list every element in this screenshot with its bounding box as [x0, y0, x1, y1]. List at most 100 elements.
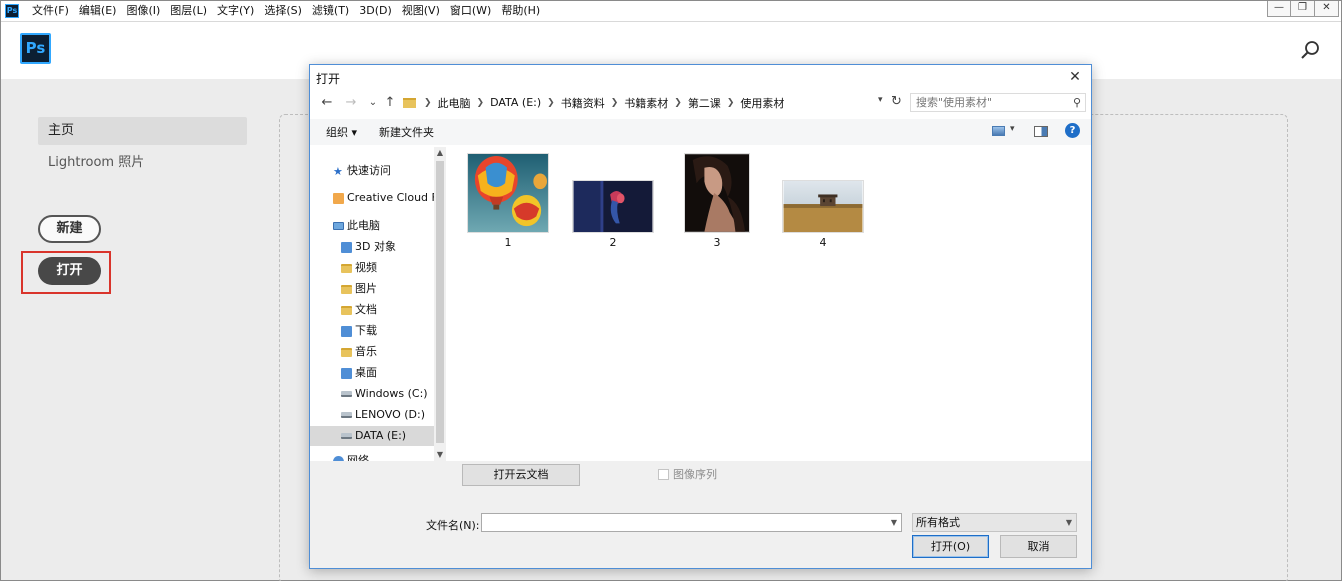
restore-button[interactable]: ❐	[1291, 1, 1315, 17]
file-item[interactable]: 2	[572, 153, 654, 249]
chevron-right-icon: ❯	[610, 97, 619, 108]
breadcrumb-item[interactable]: 使用素材	[740, 95, 784, 111]
address-dropdown-icon[interactable]: ▾	[878, 95, 883, 105]
folder-video-icon	[341, 263, 352, 273]
dialog-toolbar: 组织 ▾ 新建文件夹 ▾ ?	[310, 119, 1091, 145]
forward-arrow-icon[interactable]: →	[343, 92, 359, 114]
new-button[interactable]: 新建	[38, 215, 101, 243]
tree-item-creative-cloud[interactable]: Creative Cloud Fi	[333, 188, 434, 208]
search-icon[interactable]	[1300, 40, 1320, 60]
window-controls: — ❐ ✕	[1267, 1, 1339, 17]
dialog-close-button[interactable]: ✕	[1065, 67, 1085, 87]
tree-item-label: 桌面	[355, 366, 377, 379]
menu-3d[interactable]: 3D(D)	[359, 1, 392, 22]
navigation-scrollbar[interactable]: ▲ ▼	[434, 147, 446, 461]
minimize-button[interactable]: —	[1267, 1, 1291, 17]
chevron-right-icon: ❯	[476, 97, 485, 108]
scroll-up-icon[interactable]: ▲	[434, 147, 446, 159]
tree-item-label: Windows (C:)	[355, 387, 428, 400]
menu-window[interactable]: 窗口(W)	[450, 1, 491, 22]
file-item[interactable]: 3	[684, 153, 750, 249]
tree-item-pictures[interactable]: 图片	[341, 279, 377, 299]
balloons-image	[467, 153, 549, 233]
search-placeholder: 搜索"使用素材"	[916, 96, 993, 109]
menu-view[interactable]: 视图(V)	[402, 1, 440, 22]
menu-help[interactable]: 帮助(H)	[501, 1, 540, 22]
menu-select[interactable]: 选择(S)	[264, 1, 302, 22]
tree-item-label: 下载	[355, 324, 377, 337]
ps-app-icon: Ps	[5, 4, 19, 18]
tree-item-3d-objects[interactable]: 3D 对象	[341, 237, 396, 257]
close-button[interactable]: ✕	[1315, 1, 1339, 17]
dialog-open-button[interactable]: 打开(O)	[912, 535, 989, 558]
breadcrumb-item[interactable]: 此电脑	[438, 95, 471, 111]
scrollbar-thumb[interactable]	[436, 161, 444, 443]
open-file-dialog: 打开 ✕ ← → ⌄ ↑ ❯ 此电脑 ❯ DATA (E:) ❯ 书籍资料 ❯ …	[309, 64, 1092, 569]
filename-input[interactable]: ▼	[481, 513, 902, 532]
file-name: 3	[713, 236, 721, 249]
tree-item-videos[interactable]: 视频	[341, 258, 377, 278]
folder-music-icon	[341, 347, 352, 357]
address-bar[interactable]: ❯ 此电脑 ❯ DATA (E:) ❯ 书籍资料 ❯ 书籍素材 ❯ 第二课 ❯ …	[400, 93, 890, 112]
breadcrumb-item[interactable]: 书籍资料	[561, 95, 605, 111]
file-format-select[interactable]: 所有格式 ▼	[912, 513, 1077, 532]
open-button[interactable]: 打开	[38, 257, 101, 285]
menu-type[interactable]: 文字(Y)	[217, 1, 254, 22]
menu-file[interactable]: 文件(F)	[32, 1, 69, 22]
tree-item-drive-e[interactable]: DATA (E:)	[310, 426, 434, 446]
tree-item-desktop[interactable]: 桌面	[341, 363, 377, 383]
up-arrow-icon[interactable]: ↑	[382, 92, 398, 114]
tree-item-label: 此电脑	[347, 219, 380, 232]
image-sequence-checkbox[interactable]	[658, 468, 669, 480]
tree-item-label: DATA (E:)	[355, 429, 407, 442]
tree-item-quick-access[interactable]: ★ 快速访问	[333, 161, 391, 181]
menu-edit[interactable]: 编辑(E)	[79, 1, 117, 22]
preview-pane-icon[interactable]	[1034, 126, 1048, 137]
menu-layer[interactable]: 图层(L)	[170, 1, 207, 22]
organize-menu[interactable]: 组织 ▾	[326, 124, 357, 140]
folder-icon	[403, 97, 416, 108]
file-name: 4	[819, 236, 827, 249]
menu-filter[interactable]: 滤镜(T)	[312, 1, 349, 22]
image-sequence-option[interactable]: 图像序列	[658, 466, 717, 482]
sidebar-item-home[interactable]: 主页	[38, 117, 247, 145]
tree-item-drive-d[interactable]: LENOVO (D:)	[341, 405, 425, 425]
folder-3d-icon	[341, 241, 352, 253]
chevron-right-icon: ❯	[726, 97, 735, 108]
file-item[interactable]: 1	[467, 153, 549, 249]
tree-item-this-pc[interactable]: 此电脑	[333, 216, 380, 236]
folder-desktop-icon	[341, 367, 352, 379]
tree-item-label: 3D 对象	[355, 240, 396, 253]
dialog-cancel-button[interactable]: 取消	[1000, 535, 1077, 558]
back-arrow-icon[interactable]: ←	[319, 92, 335, 114]
breadcrumb-item[interactable]: 书籍素材	[624, 95, 668, 111]
new-folder-button[interactable]: 新建文件夹	[379, 124, 434, 140]
tree-item-music[interactable]: 音乐	[341, 342, 377, 362]
sidebar-item-lightroom[interactable]: Lightroom 照片	[48, 153, 144, 173]
refresh-icon[interactable]: ↻	[891, 92, 902, 112]
tree-item-downloads[interactable]: 下载	[341, 321, 377, 341]
creative-cloud-icon	[333, 192, 344, 204]
chevron-down-icon[interactable]: ▼	[891, 514, 897, 531]
breadcrumb-item[interactable]: 第二课	[688, 95, 721, 111]
tree-item-network[interactable]: 网络	[333, 451, 369, 461]
recent-locations-icon[interactable]: ⌄	[365, 92, 381, 114]
drive-icon	[341, 433, 352, 439]
menu-bar: Ps 文件(F) 编辑(E) 图像(I) 图层(L) 文字(Y) 选择(S) 滤…	[1, 1, 1341, 22]
tree-item-documents[interactable]: 文档	[341, 300, 377, 320]
file-item[interactable]: 4	[782, 153, 864, 249]
tree-item-label: 文档	[355, 303, 377, 316]
menu-image[interactable]: 图像(I)	[126, 1, 160, 22]
change-view-icon[interactable]	[992, 126, 1005, 136]
tree-item-label: LENOVO (D:)	[355, 408, 426, 421]
folder-search-input[interactable]: 搜索"使用素材" ⚲	[910, 93, 1086, 112]
view-dropdown-icon[interactable]: ▾	[1010, 124, 1015, 134]
scroll-down-icon[interactable]: ▼	[434, 449, 446, 461]
chevron-right-icon: ❯	[424, 97, 432, 108]
breadcrumb-item[interactable]: DATA (E:)	[490, 96, 541, 109]
tree-item-label: 快速访问	[347, 164, 391, 177]
open-cloud-documents-button[interactable]: 打开云文档	[462, 464, 580, 486]
tree-item-drive-c[interactable]: Windows (C:)	[341, 384, 428, 404]
help-icon[interactable]: ?	[1065, 123, 1080, 138]
star-icon: ★	[333, 164, 343, 178]
